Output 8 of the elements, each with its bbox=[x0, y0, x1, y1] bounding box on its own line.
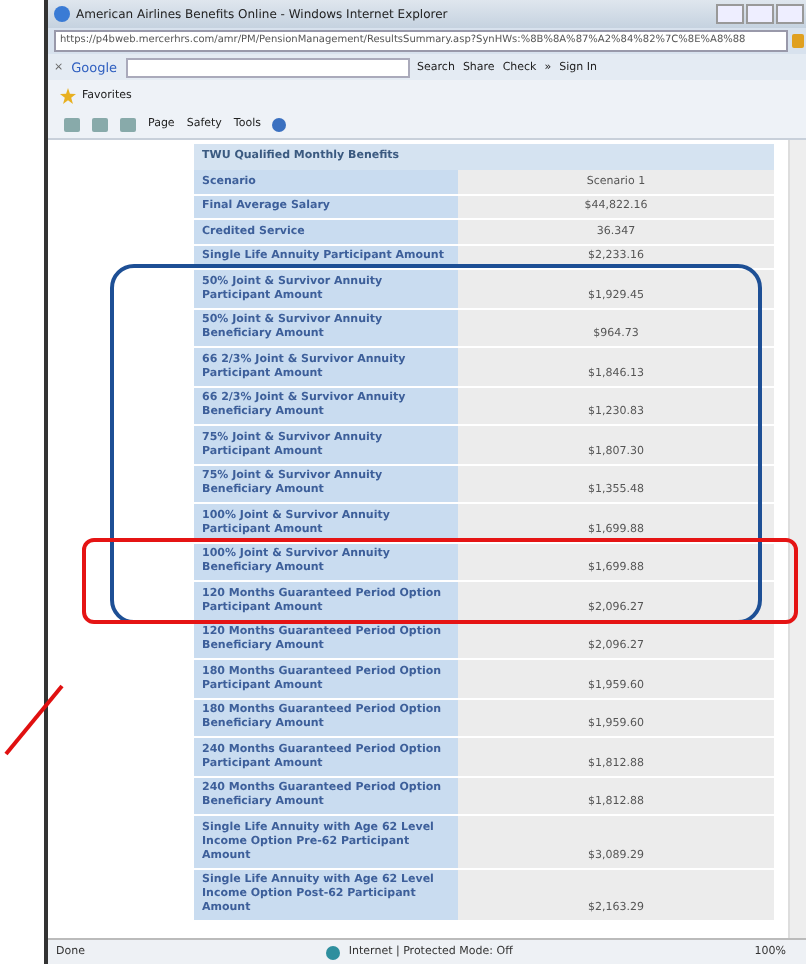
annotation-line bbox=[4, 684, 64, 756]
close-button[interactable] bbox=[776, 4, 804, 24]
minimize-button[interactable] bbox=[716, 4, 744, 24]
search-field[interactable] bbox=[125, 57, 410, 77]
browser-icon bbox=[54, 6, 70, 22]
globe-icon bbox=[326, 945, 341, 959]
favorites-star-icon bbox=[60, 87, 76, 103]
maximize-button[interactable] bbox=[746, 4, 774, 24]
